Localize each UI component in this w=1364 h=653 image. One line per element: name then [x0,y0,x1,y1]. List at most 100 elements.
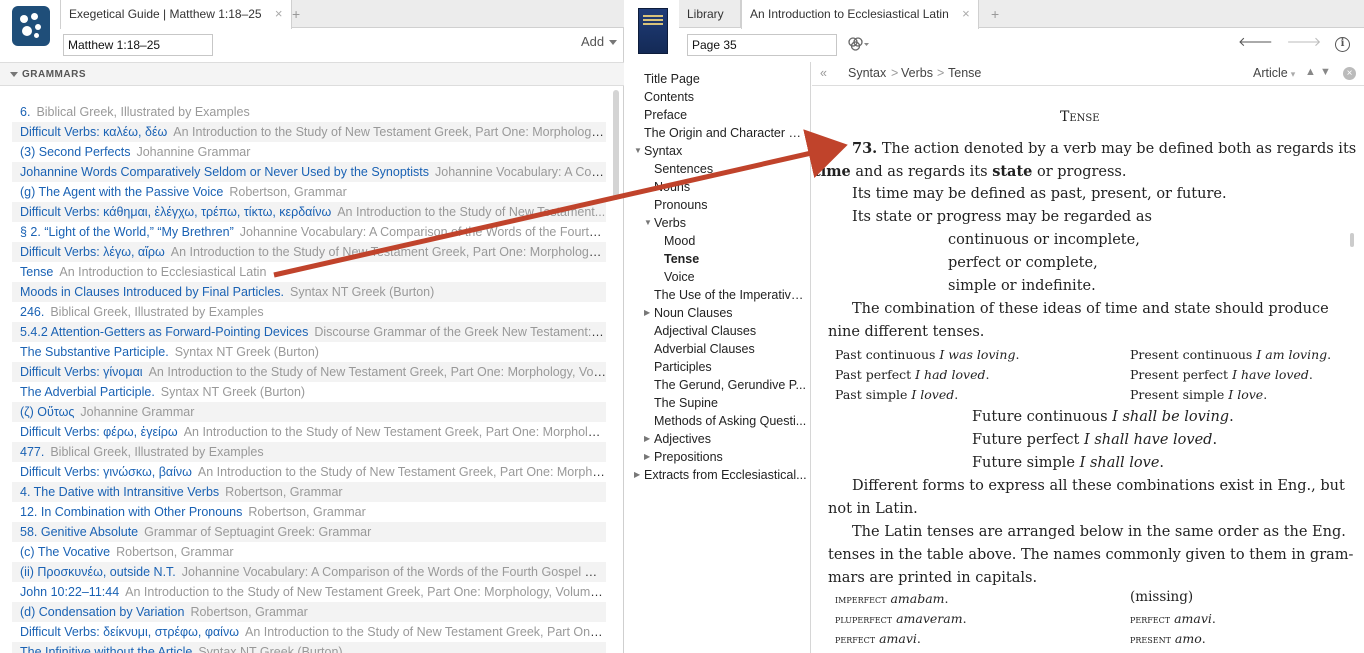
scrollbar[interactable] [613,90,619,650]
result-title-link[interactable]: (c) The Vocative [20,545,110,559]
result-row[interactable]: 58. Genitive Absolute Grammar of Septuagi… [12,522,606,542]
result-row[interactable]: 6. Biblical Greek, Illustrated by Example… [12,102,606,122]
toc-item[interactable]: Title Page [644,70,807,88]
toc-item[interactable]: Verbs [654,214,807,232]
add-tab-icon[interactable]: + [991,0,999,28]
result-row[interactable]: § 2. “Light of the World,” “My Brethren”… [12,222,606,242]
next-article-icon[interactable]: ▼ [1320,66,1331,78]
breadcrumb-syntax[interactable]: Syntax [848,66,886,80]
result-title-link[interactable]: (ii) Προσκυνέω, outside N.T. [20,565,176,579]
result-row[interactable]: Difficult Verbs: κάθημαι, ἐλέγχω, τρέπω,… [12,202,606,222]
result-row[interactable]: 5.4.2 Attention-Getters as Forward-Point… [12,322,606,342]
result-title-link[interactable]: 477. [20,445,44,459]
result-title-link[interactable]: The Adverbial Participle. [20,385,155,399]
result-title-link[interactable]: (g) The Agent with the Passive Voice [20,185,223,199]
toc-item[interactable]: Syntax [644,142,807,160]
result-row[interactable]: John 10:22–11:44 An Introduction to the S… [12,582,606,602]
result-row[interactable]: Difficult Verbs: καλέω, δέω An Introducti… [12,122,606,142]
result-row[interactable]: Difficult Verbs: δείκνυμι, στρέφω, φαίνω… [12,622,606,642]
result-row[interactable]: 4. The Dative with Intransitive Verbs Rob… [12,482,606,502]
toc-item[interactable]: Extracts from Ecclesiastical... [644,466,807,484]
toc-item[interactable]: The Gerund, Gerundive P... [654,376,807,394]
expanded-triangle-icon[interactable]: ▼ [634,146,642,155]
info-icon[interactable]: i [1335,37,1350,52]
result-row[interactable]: Difficult Verbs: λέγω, αἴρω An Introducti… [12,242,606,262]
toc-item[interactable]: Noun Clauses [654,304,807,322]
result-row[interactable]: The Infinitive without the Article Syntax… [12,642,606,653]
tab-library[interactable]: Library [679,0,741,28]
result-row[interactable]: (c) The Vocative Robertson, Grammar [12,542,606,562]
result-row[interactable]: (g) The Agent with the Passive Voice Robe… [12,182,606,202]
expanded-triangle-icon[interactable]: ▼ [644,218,652,227]
result-title-link[interactable]: Tense [20,265,53,279]
result-row[interactable]: Difficult Verbs: γίνομαι An Introduction … [12,362,606,382]
toc-item[interactable]: The Use of the Imperative... [654,286,807,304]
back-arrow-icon[interactable]: 🡐 [1238,34,1273,49]
result-title-link[interactable]: (ζ) Οὕτως [20,405,74,419]
result-title-link[interactable]: John 10:22–11:44 [20,585,119,599]
reader-scrollbar[interactable] [1350,233,1354,247]
result-title-link[interactable]: Difficult Verbs: γινώσκω, βαίνω [20,465,192,479]
result-title-link[interactable]: Difficult Verbs: καλέω, δέω [20,125,167,139]
result-title-link[interactable]: 4. The Dative with Intransitive Verbs [20,485,219,499]
add-button[interactable]: Add [581,34,617,49]
toc-item[interactable]: Tense [664,250,807,268]
toc-item[interactable]: Preface [644,106,807,124]
result-title-link[interactable]: The Substantive Participle. [20,345,169,359]
collapse-toc-icon[interactable]: « [820,66,827,80]
result-row[interactable]: (3) Second Perfects Johannine Grammar [12,142,606,162]
toc-item[interactable]: Pronouns [654,196,807,214]
toc-item[interactable]: The Supine [654,394,807,412]
close-tab-icon[interactable]: × [275,6,283,21]
collapsed-triangle-icon[interactable]: ▶ [644,452,650,461]
result-title-link[interactable]: 5.4.2 Attention-Getters as Forward-Point… [20,325,308,339]
close-circle-icon[interactable]: × [1343,67,1356,80]
result-title-link[interactable]: (3) Second Perfects [20,145,130,159]
toc-item[interactable]: Prepositions [654,448,807,466]
result-title-link[interactable]: 12. In Combination with Other Pronouns [20,505,242,519]
breadcrumb-tense[interactable]: Tense [948,66,981,80]
tab-ecclesiastical-latin[interactable]: An Introduction to Ecclesiastical Latin … [741,0,979,29]
toc-item[interactable]: Methods of Asking Questi... [654,412,807,430]
result-title-link[interactable]: (d) Condensation by Variation [20,605,184,619]
result-title-link[interactable]: Difficult Verbs: κάθημαι, ἐλέγχω, τρέπω,… [20,205,331,219]
toc-item[interactable]: Adjectives [654,430,807,448]
result-row[interactable]: 477. Biblical Greek, Illustrated by Examp… [12,442,606,462]
toc-item[interactable]: Mood [664,232,807,250]
collapsed-triangle-icon[interactable]: ▶ [644,434,650,443]
result-title-link[interactable]: The Infinitive without the Article [20,645,192,653]
result-title-link[interactable]: Johannine Words Comparatively Seldom or … [20,165,429,179]
result-row[interactable]: Moods in Clauses Introduced by Final Par… [12,282,606,302]
collapsed-triangle-icon[interactable]: ▶ [644,308,650,317]
breadcrumb-verbs[interactable]: Verbs [901,66,933,80]
collapsed-triangle-icon[interactable]: ▶ [634,470,640,479]
result-title-link[interactable]: 58. Genitive Absolute [20,525,138,539]
article-dropdown[interactable]: Article ▾ [1253,66,1295,80]
previous-article-icon[interactable]: ▲ [1305,66,1316,78]
result-title-link[interactable]: 6. [20,105,30,119]
result-row[interactable]: (ii) Προσκυνέω, outside N.T. Johannine Vo… [12,562,606,582]
toc-item[interactable]: Nouns [654,178,807,196]
toc-item[interactable]: Adverbial Clauses [654,340,807,358]
result-title-link[interactable]: Difficult Verbs: φέρω, ἐγείρω [20,425,178,439]
result-title-link[interactable]: Moods in Clauses Introduced by Final Par… [20,285,284,299]
result-row[interactable]: Johannine Words Comparatively Seldom or … [12,162,606,182]
result-row[interactable]: Tense An Introduction to Ecclesiastical L… [12,262,606,282]
result-title-link[interactable]: 246. [20,305,44,319]
toc-item[interactable]: Sentences [654,160,807,178]
result-row[interactable]: (d) Condensation by Variation Robertson, … [12,602,606,622]
page-reference-input[interactable]: Page 35 [687,34,837,56]
result-title-link[interactable]: Difficult Verbs: γίνομαι [20,365,143,379]
forward-arrow-icon[interactable]: 🡒 [1287,34,1322,49]
result-title-link[interactable]: Difficult Verbs: λέγω, αἴρω [20,245,165,259]
result-row[interactable]: 12. In Combination with Other Pronouns Ro… [12,502,606,522]
grammars-section-header[interactable]: GRAMMARS [0,62,624,86]
result-row[interactable]: Difficult Verbs: φέρω, ἐγείρω An Introduc… [12,422,606,442]
tab-exegetical-guide[interactable]: Exegetical Guide | Matthew 1:18–25 × [60,0,292,29]
result-title-link[interactable]: Difficult Verbs: δείκνυμι, στρέφω, φαίνω [20,625,239,639]
toc-item[interactable]: Contents [644,88,807,106]
close-tab-icon[interactable]: × [962,6,970,21]
add-tab-icon[interactable]: + [292,0,300,28]
result-title-link[interactable]: § 2. “Light of the World,” “My Brethren” [20,225,234,239]
toc-item[interactable]: Voice [664,268,807,286]
